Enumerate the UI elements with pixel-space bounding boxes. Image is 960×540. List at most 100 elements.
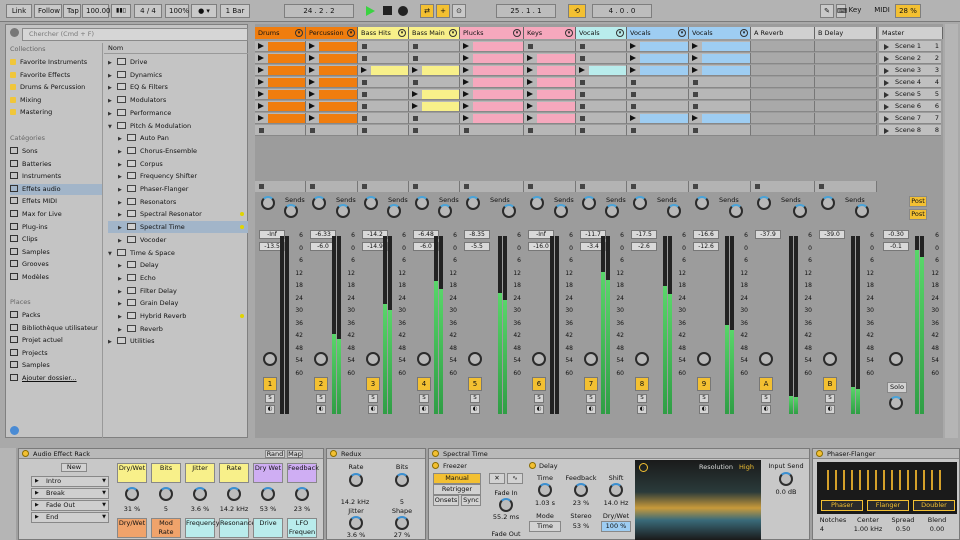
stop-icon[interactable]	[528, 128, 533, 133]
clip-slot[interactable]	[576, 113, 627, 124]
arm-button[interactable]: ◐	[637, 405, 647, 414]
clip-play-icon[interactable]	[463, 103, 469, 109]
clip-slot[interactable]	[576, 89, 627, 100]
send-b-knob[interactable]	[336, 204, 350, 218]
clip-slot[interactable]	[627, 53, 689, 64]
volume-field[interactable]: -16.6	[693, 230, 719, 239]
jitter-knob[interactable]	[349, 516, 363, 530]
clip[interactable]	[702, 54, 750, 63]
map-button[interactable]: Map	[287, 450, 303, 458]
stop-icon[interactable]	[362, 92, 367, 97]
clip[interactable]	[319, 102, 357, 111]
clip-slot[interactable]	[689, 53, 751, 64]
new-chain-button[interactable]: New	[61, 463, 87, 472]
clip-slot[interactable]	[689, 113, 751, 124]
stop-icon[interactable]	[631, 80, 636, 85]
clip[interactable]	[268, 66, 305, 75]
macro-knob[interactable]	[159, 487, 173, 501]
chevron-right-icon[interactable]: ▶	[108, 57, 117, 69]
blend-value[interactable]: 0.00	[921, 525, 953, 533]
send-b-knob[interactable]	[667, 204, 681, 218]
browser-preview-icon[interactable]	[10, 426, 19, 435]
track-header[interactable]: Keys ▾	[524, 27, 576, 39]
clip[interactable]	[537, 90, 575, 99]
record-icon[interactable]	[398, 6, 408, 16]
clip-play-icon[interactable]	[579, 67, 585, 73]
clip-slot[interactable]	[751, 89, 815, 100]
midi-map-button[interactable]: MIDI	[872, 4, 892, 18]
send-b-knob[interactable]	[284, 204, 298, 218]
track-menu-icon[interactable]: ▾	[616, 29, 624, 37]
stop-icon[interactable]	[693, 92, 698, 97]
stop-icon[interactable]	[362, 128, 367, 133]
stop-icon[interactable]	[464, 128, 469, 133]
file-item[interactable]: ▶ Performance	[108, 107, 248, 119]
category-item[interactable]: Effets audio	[10, 183, 102, 195]
file-item[interactable]: ▶ Echo	[108, 272, 248, 284]
file-item[interactable]: ▶ Resonators	[108, 196, 248, 208]
clip-play-icon[interactable]	[463, 55, 469, 61]
resolution-menu[interactable]: High	[739, 463, 754, 471]
clip[interactable]	[473, 114, 523, 123]
clip-play-icon[interactable]	[692, 115, 698, 121]
clip[interactable]	[640, 114, 688, 123]
clip-slot[interactable]	[524, 41, 576, 52]
stop-icon[interactable]	[413, 56, 418, 61]
clip-play-icon[interactable]	[309, 91, 315, 97]
track-stop-icon[interactable]	[464, 184, 469, 189]
clip[interactable]	[537, 114, 575, 123]
volume-field[interactable]: -8.35	[464, 230, 490, 239]
draw-mode-icon[interactable]: ✎	[820, 4, 834, 18]
clip-slot[interactable]	[460, 41, 524, 52]
clip-slot[interactable]	[255, 77, 306, 88]
clip-slot[interactable]	[815, 41, 877, 52]
track-menu-icon[interactable]: ▾	[565, 29, 573, 37]
clip-play-icon[interactable]	[527, 67, 533, 73]
track-header[interactable]: Plucks ▾	[460, 27, 524, 39]
track-stop-icon[interactable]	[259, 184, 264, 189]
clip-slot[interactable]	[460, 53, 524, 64]
solo-button[interactable]: S	[637, 394, 647, 403]
automation-arm-icon[interactable]: ⇄	[420, 4, 434, 18]
clip-play-icon[interactable]	[258, 91, 264, 97]
clip[interactable]	[268, 102, 305, 111]
clip-slot[interactable]	[358, 41, 409, 52]
clip-play-icon[interactable]	[412, 91, 418, 97]
clip-slot[interactable]	[751, 77, 815, 88]
cue-volume-knob[interactable]	[889, 396, 903, 410]
clip-play-icon[interactable]	[527, 91, 533, 97]
chevron-right-icon[interactable]: ▶	[118, 133, 127, 145]
clip[interactable]	[319, 90, 357, 99]
chevron-right-icon[interactable]: ▶	[118, 171, 127, 183]
freezer-power-icon[interactable]	[432, 462, 439, 469]
input-send-knob[interactable]	[779, 472, 793, 486]
clip-slot[interactable]	[627, 125, 689, 136]
bits-knob[interactable]	[395, 473, 409, 487]
send-b-knob[interactable]	[605, 204, 619, 218]
clip-slot[interactable]	[409, 53, 460, 64]
file-item[interactable]: ▶ Drive	[108, 56, 248, 68]
solo-button[interactable]: S	[761, 394, 771, 403]
clip[interactable]	[319, 78, 357, 87]
clip-play-icon[interactable]	[309, 103, 315, 109]
pan-knob[interactable]	[263, 352, 277, 366]
track-activator-button[interactable]: 6	[532, 377, 546, 391]
send-b-knob[interactable]	[855, 204, 869, 218]
clip-slot[interactable]	[306, 41, 358, 52]
clip[interactable]	[473, 66, 523, 75]
macro-knob[interactable]	[227, 487, 241, 501]
clip-slot[interactable]	[524, 101, 576, 112]
clip[interactable]	[473, 54, 523, 63]
clip-play-icon[interactable]	[463, 43, 469, 49]
file-item[interactable]: ▶ Delay	[108, 259, 248, 271]
master-header[interactable]: Master	[879, 27, 943, 39]
macro-knob[interactable]	[295, 487, 309, 501]
clip[interactable]	[537, 102, 575, 111]
arm-button[interactable]: ◐	[368, 405, 378, 414]
stop-icon[interactable]	[362, 44, 367, 49]
collection-item[interactable]: Drums & Percussion	[10, 82, 102, 93]
clip[interactable]	[371, 66, 408, 75]
clip-slot[interactable]	[460, 113, 524, 124]
clip-slot[interactable]	[255, 41, 306, 52]
track-header[interactable]: Drums ▾	[255, 27, 306, 39]
